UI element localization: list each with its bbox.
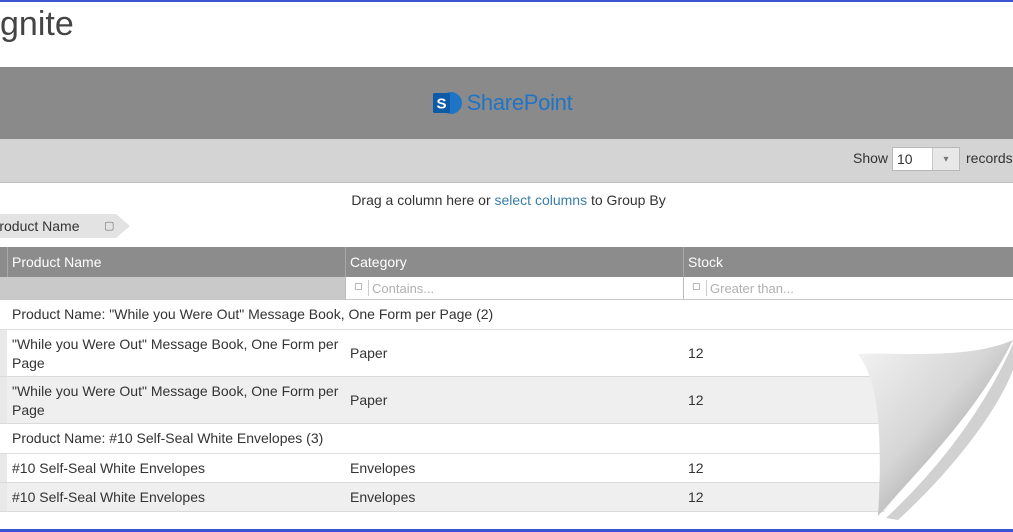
row-indent bbox=[0, 377, 7, 423]
row-indent bbox=[0, 483, 7, 511]
group-header-row[interactable]: Product Name: "While you Were Out" Messa… bbox=[0, 300, 1013, 330]
cell-product-name: "While you Were Out" Message Book, One F… bbox=[12, 336, 339, 371]
category-filter-input[interactable] bbox=[372, 277, 672, 299]
filter-cell-category: ▢ bbox=[345, 277, 683, 299]
cell-stock: 12 bbox=[688, 460, 704, 476]
column-header-product-name[interactable]: Product Name bbox=[7, 247, 345, 277]
cell-stock: 12 bbox=[688, 345, 704, 361]
group-hint-text-after: to Group By bbox=[590, 192, 666, 208]
chevron-down-icon[interactable]: ▾ bbox=[932, 148, 959, 170]
sharepoint-banner: S SharePoint bbox=[0, 67, 1013, 139]
select-columns-link[interactable]: select columns bbox=[495, 192, 588, 208]
cell-category: Paper bbox=[350, 345, 388, 361]
frame-top-border bbox=[0, 0, 1013, 2]
page-curl-decoration bbox=[858, 340, 1013, 520]
grid-header: Product Name Category Stock bbox=[0, 247, 1013, 277]
filter-cell-stock: ▢ bbox=[683, 277, 1013, 299]
svg-text:S: S bbox=[436, 96, 446, 113]
page-size-value[interactable]: 10 bbox=[893, 148, 932, 170]
group-header-text: Product Name: "While you Were Out" Messa… bbox=[12, 306, 494, 322]
show-label: Show bbox=[853, 150, 889, 166]
page-size-dropdown[interactable]: 10 ▾ bbox=[892, 147, 960, 171]
sharepoint-icon: S bbox=[432, 92, 462, 114]
cell-product-name: #10 Self-Seal White Envelopes bbox=[12, 489, 205, 505]
group-header-text: Product Name: #10 Self-Seal White Envelo… bbox=[12, 430, 324, 446]
group-chip-label: Product Name bbox=[0, 218, 80, 234]
group-chip-product-name[interactable]: Product Name ▢ bbox=[0, 214, 130, 238]
sharepoint-logo[interactable]: S SharePoint bbox=[431, 88, 573, 118]
group-by-hint: Drag a column here or select columns to … bbox=[0, 192, 1013, 208]
group-hint-text-before: Drag a column here or bbox=[351, 192, 491, 208]
cell-category: Paper bbox=[350, 392, 388, 408]
filter-row: ▢ ▢ bbox=[0, 277, 1013, 300]
records-label: records bbox=[966, 150, 1013, 166]
filter-cell-product-name bbox=[0, 277, 345, 299]
filter-icon[interactable]: ▢ bbox=[692, 281, 701, 292]
close-icon[interactable]: ▢ bbox=[104, 215, 114, 237]
cell-stock: 12 bbox=[688, 489, 704, 505]
sharepoint-logo-text: SharePoint bbox=[466, 90, 573, 115]
column-header-stock[interactable]: Stock bbox=[683, 247, 1013, 277]
stock-filter-input[interactable] bbox=[710, 277, 1010, 299]
cell-stock: 12 bbox=[688, 392, 704, 408]
filter-divider bbox=[706, 280, 707, 296]
row-indent bbox=[0, 454, 7, 482]
filter-divider bbox=[368, 280, 369, 296]
cell-product-name: #10 Self-Seal White Envelopes bbox=[12, 460, 205, 476]
row-indent bbox=[0, 330, 7, 376]
column-header-category[interactable]: Category bbox=[345, 247, 683, 277]
cell-category: Envelopes bbox=[350, 460, 416, 476]
grid-toolbar: Show bbox=[0, 139, 1013, 183]
header-indent bbox=[0, 247, 7, 277]
page-title: gnite bbox=[0, 5, 74, 43]
cell-category: Envelopes bbox=[350, 489, 416, 505]
filter-icon[interactable]: ▢ bbox=[354, 281, 363, 292]
cell-product-name: "While you Were Out" Message Book, One F… bbox=[12, 383, 339, 418]
